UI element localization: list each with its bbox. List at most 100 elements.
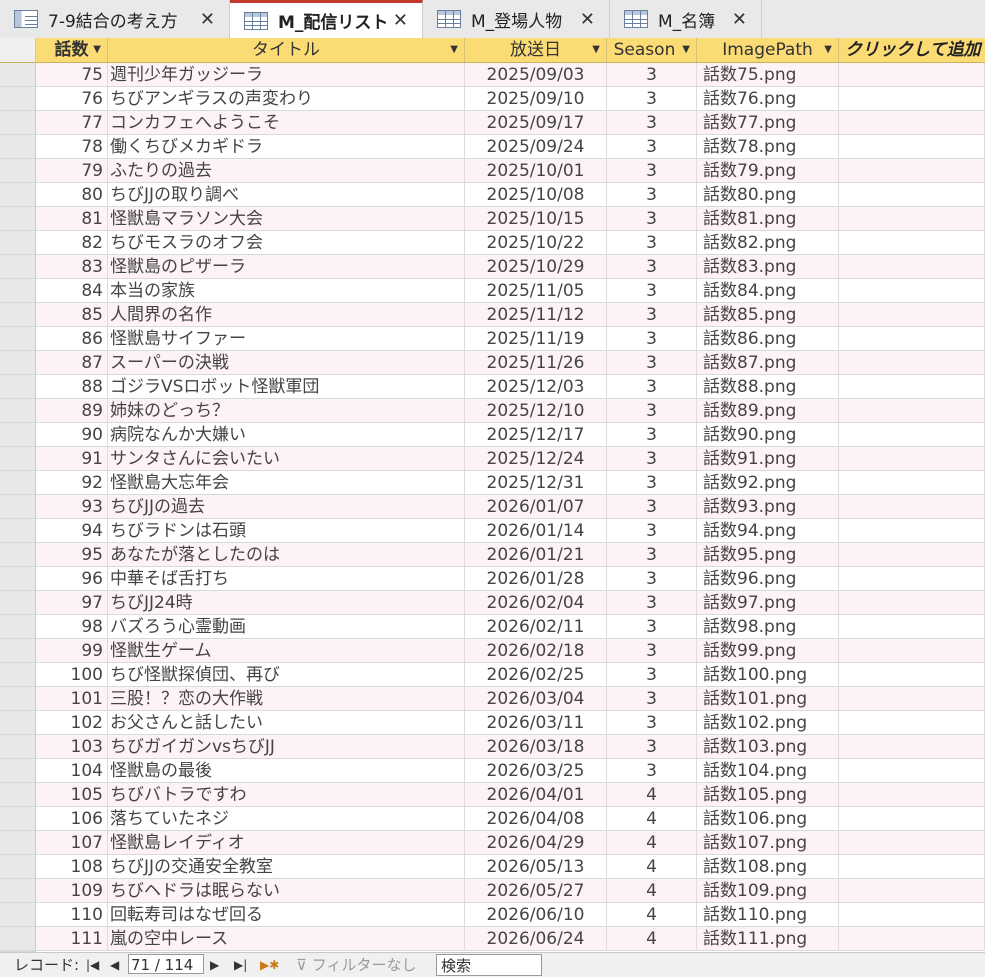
episode-cell[interactable]: 76 xyxy=(36,87,108,110)
episode-cell[interactable]: 83 xyxy=(36,255,108,278)
episode-cell[interactable]: 95 xyxy=(36,543,108,566)
title-cell[interactable]: お父さんと話したい xyxy=(108,711,465,734)
image-path-cell[interactable]: 話数104.png xyxy=(697,759,839,782)
add-field-cell[interactable] xyxy=(839,663,985,686)
table-row[interactable]: 89 姉妹のどっち？ 2025/12/10 3 話数89.png xyxy=(36,399,985,423)
add-field-cell[interactable] xyxy=(839,735,985,758)
image-path-cell[interactable]: 話数92.png xyxy=(697,471,839,494)
image-path-cell[interactable]: 話数103.png xyxy=(697,735,839,758)
image-path-cell[interactable]: 話数101.png xyxy=(697,687,839,710)
title-cell[interactable]: 本当の家族 xyxy=(108,279,465,302)
episode-cell[interactable]: 90 xyxy=(36,423,108,446)
row-selector[interactable] xyxy=(0,927,36,951)
episode-cell[interactable]: 88 xyxy=(36,375,108,398)
title-cell[interactable]: 怪獣島の最後 xyxy=(108,759,465,782)
row-selector[interactable] xyxy=(0,231,36,255)
title-cell[interactable]: 怪獣島大忘年会 xyxy=(108,471,465,494)
row-selector[interactable] xyxy=(0,615,36,639)
image-path-cell[interactable]: 話数109.png xyxy=(697,879,839,902)
season-cell[interactable]: 3 xyxy=(607,687,697,710)
season-cell[interactable]: 3 xyxy=(607,447,697,470)
current-record-field[interactable]: 71 / 114 xyxy=(128,954,204,974)
first-record-icon[interactable]: |◀ xyxy=(86,956,99,974)
image-path-cell[interactable]: 話数107.png xyxy=(697,831,839,854)
title-cell[interactable]: ちびヘドラは眠らない xyxy=(108,879,465,902)
air-date-cell[interactable]: 2025/12/10 xyxy=(465,399,607,422)
row-selector[interactable] xyxy=(0,639,36,663)
air-date-cell[interactable]: 2025/12/03 xyxy=(465,375,607,398)
image-path-cell[interactable]: 話数80.png xyxy=(697,183,839,206)
air-date-cell[interactable]: 2026/03/25 xyxy=(465,759,607,782)
image-path-cell[interactable]: 話数83.png xyxy=(697,255,839,278)
row-selector[interactable] xyxy=(0,831,36,855)
season-cell[interactable]: 3 xyxy=(607,615,697,638)
episode-cell[interactable]: 84 xyxy=(36,279,108,302)
add-field-cell[interactable] xyxy=(839,759,985,782)
table-row[interactable]: 85 人間界の名作 2025/11/12 3 話数85.png xyxy=(36,303,985,327)
air-date-cell[interactable]: 2026/01/07 xyxy=(465,495,607,518)
season-cell[interactable]: 3 xyxy=(607,735,697,758)
episode-cell[interactable]: 93 xyxy=(36,495,108,518)
table-row[interactable]: 106 落ちていたネジ 2026/04/08 4 話数106.png xyxy=(36,807,985,831)
season-cell[interactable]: 4 xyxy=(607,807,697,830)
title-cell[interactable]: バズろう心霊動画 xyxy=(108,615,465,638)
air-date-cell[interactable]: 2025/10/29 xyxy=(465,255,607,278)
image-path-cell[interactable]: 話数110.png xyxy=(697,903,839,926)
episode-cell[interactable]: 101 xyxy=(36,687,108,710)
add-field-cell[interactable] xyxy=(839,615,985,638)
header-add-field[interactable]: クリックして追加 xyxy=(839,38,985,62)
search-input[interactable]: 検索 xyxy=(436,954,542,976)
table-row[interactable]: 76 ちびアンギラスの声変わり 2025/09/10 3 話数76.png xyxy=(36,87,985,111)
image-path-cell[interactable]: 話数98.png xyxy=(697,615,839,638)
image-path-cell[interactable]: 話数99.png xyxy=(697,639,839,662)
air-date-cell[interactable]: 2025/11/12 xyxy=(465,303,607,326)
previous-record-icon[interactable]: ◀ xyxy=(110,956,119,974)
episode-cell[interactable]: 110 xyxy=(36,903,108,926)
add-field-cell[interactable] xyxy=(839,351,985,374)
air-date-cell[interactable]: 2026/01/21 xyxy=(465,543,607,566)
season-cell[interactable]: 3 xyxy=(607,399,697,422)
season-cell[interactable]: 3 xyxy=(607,159,697,182)
title-cell[interactable]: あなたが落としたのは xyxy=(108,543,465,566)
title-cell[interactable]: ちびラドンは石頭 xyxy=(108,519,465,542)
title-cell[interactable]: ちびJJの交通安全教室 xyxy=(108,855,465,878)
table-row[interactable]: 110 回転寿司はなぜ回る 2026/06/10 4 話数110.png xyxy=(36,903,985,927)
title-cell[interactable]: ちびバトラですわ xyxy=(108,783,465,806)
row-selector[interactable] xyxy=(0,543,36,567)
season-cell[interactable]: 3 xyxy=(607,87,697,110)
air-date-cell[interactable]: 2026/02/11 xyxy=(465,615,607,638)
episode-cell[interactable]: 103 xyxy=(36,735,108,758)
add-field-cell[interactable] xyxy=(839,519,985,542)
table-row[interactable]: 97 ちびJJ24時 2026/02/04 3 話数97.png xyxy=(36,591,985,615)
next-record-icon[interactable]: ▶ xyxy=(210,956,219,974)
title-cell[interactable]: 姉妹のどっち？ xyxy=(108,399,465,422)
title-cell[interactable]: 怪獣生ゲーム xyxy=(108,639,465,662)
title-cell[interactable]: 週刊少年ガッジーラ xyxy=(108,63,465,86)
episode-cell[interactable]: 94 xyxy=(36,519,108,542)
table-row[interactable]: 82 ちびモスラのオフ会 2025/10/22 3 話数82.png xyxy=(36,231,985,255)
episode-cell[interactable]: 81 xyxy=(36,207,108,230)
air-date-cell[interactable]: 2025/12/17 xyxy=(465,423,607,446)
season-cell[interactable]: 3 xyxy=(607,279,697,302)
air-date-cell[interactable]: 2025/09/24 xyxy=(465,135,607,158)
title-cell[interactable]: ふたりの過去 xyxy=(108,159,465,182)
title-cell[interactable]: ちびアンギラスの声変わり xyxy=(108,87,465,110)
episode-cell[interactable]: 97 xyxy=(36,591,108,614)
image-path-cell[interactable]: 話数81.png xyxy=(697,207,839,230)
row-selector[interactable] xyxy=(0,735,36,759)
episode-cell[interactable]: 106 xyxy=(36,807,108,830)
add-field-cell[interactable] xyxy=(839,927,985,950)
tab-m-haishin-list[interactable]: M_配信リスト ✕ xyxy=(230,0,423,38)
air-date-cell[interactable]: 2026/05/27 xyxy=(465,879,607,902)
title-cell[interactable]: ゴジラVSロボット怪獣軍団 xyxy=(108,375,465,398)
table-row[interactable]: 98 バズろう心霊動画 2026/02/11 3 話数98.png xyxy=(36,615,985,639)
table-row[interactable]: 109 ちびヘドラは眠らない 2026/05/27 4 話数109.png xyxy=(36,879,985,903)
air-date-cell[interactable]: 2025/12/31 xyxy=(465,471,607,494)
table-row[interactable]: 91 サンタさんに会いたい 2025/12/24 3 話数91.png xyxy=(36,447,985,471)
add-field-cell[interactable] xyxy=(839,471,985,494)
table-row[interactable]: 102 お父さんと話したい 2026/03/11 3 話数102.png xyxy=(36,711,985,735)
title-cell[interactable]: ちびモスラのオフ会 xyxy=(108,231,465,254)
add-field-cell[interactable] xyxy=(839,63,985,86)
row-selector[interactable] xyxy=(0,687,36,711)
image-path-cell[interactable]: 話数100.png xyxy=(697,663,839,686)
